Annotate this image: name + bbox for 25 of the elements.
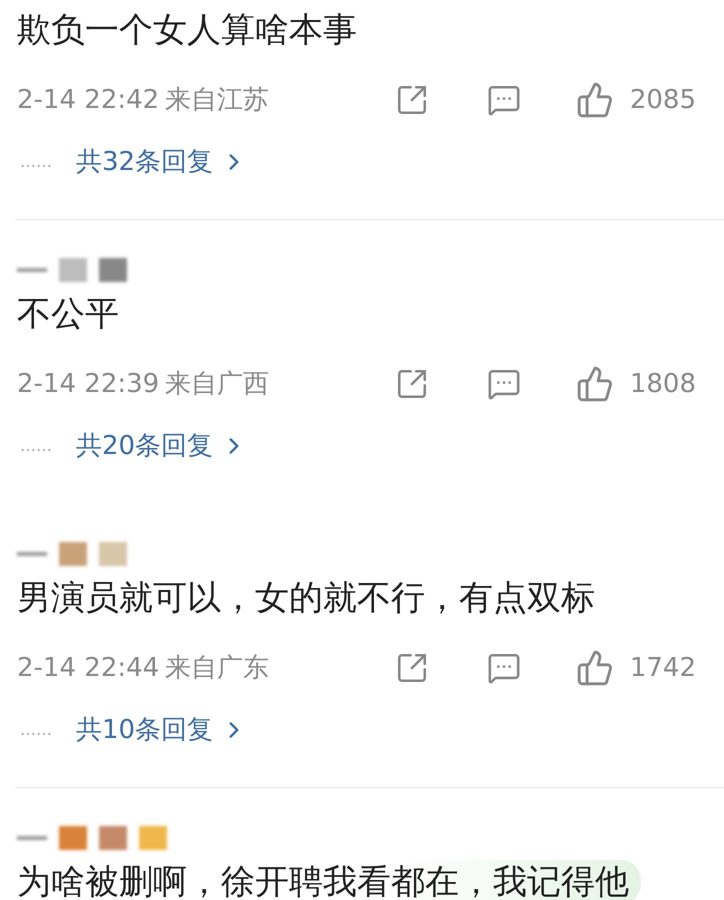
replies-link[interactable]: 共32条回复: [76, 142, 248, 182]
ellipsis-text: ……: [20, 435, 52, 457]
comment-text: 欺负一个女人算啥本事: [17, 9, 358, 52]
comment-location: 来自广西: [165, 368, 269, 400]
replies-link[interactable]: 共10条回复: [76, 710, 248, 750]
comment-icon[interactable]: [486, 83, 521, 117]
thumbs-up-icon: [576, 649, 614, 687]
comment-icon[interactable]: [486, 651, 521, 685]
replies-link[interactable]: 共20条回复: [76, 426, 248, 466]
comment-time: 2-14 22:44: [17, 652, 160, 684]
comment-text: 不公平: [17, 293, 120, 336]
comment-text: 男演员就可以，女的就不行，有点双标: [17, 577, 596, 620]
like-button[interactable]: 2085: [576, 80, 696, 120]
ellipsis-text: ……: [20, 151, 52, 173]
ellipsis-text: ……: [20, 719, 52, 741]
comment-location: 来自江苏: [165, 84, 269, 116]
comment-text: 为啥被删啊，徐开聘我看都在，我记得他: [17, 860, 641, 900]
thumbs-up-icon: [576, 365, 614, 403]
thumbs-up-icon: [576, 81, 614, 119]
like-button[interactable]: 1808: [576, 364, 696, 404]
like-button[interactable]: 1742: [576, 648, 696, 688]
comment-location: 来自广东: [165, 652, 269, 684]
comment-time: 2-14 22:42: [17, 84, 160, 116]
comment-icon[interactable]: [486, 367, 521, 401]
comment-time: 2-14 22:39: [17, 368, 160, 400]
